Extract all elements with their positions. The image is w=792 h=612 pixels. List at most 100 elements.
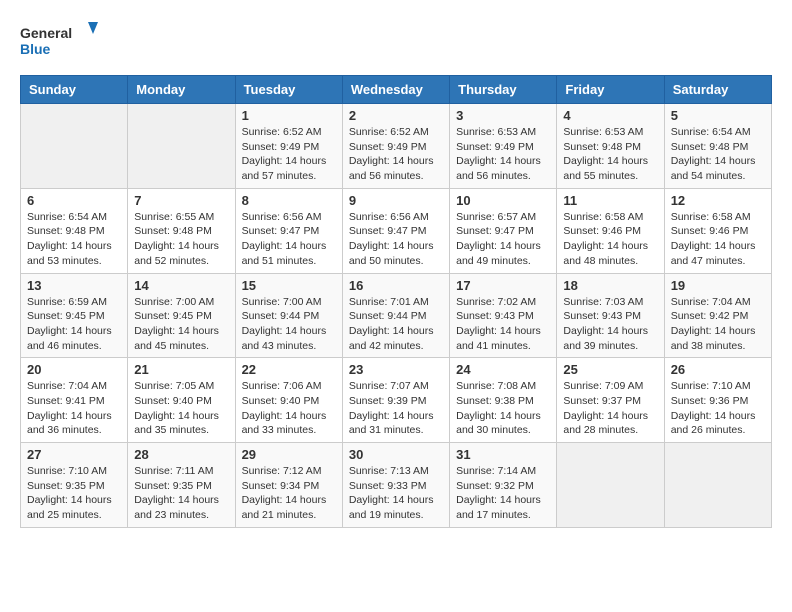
calendar-table: SundayMondayTuesdayWednesdayThursdayFrid… [20,75,772,528]
day-number: 7 [134,193,228,208]
calendar-cell: 21 Sunrise: 7:05 AM Sunset: 9:40 PM Dayli… [128,358,235,443]
day-number: 5 [671,108,765,123]
day-info: Sunrise: 7:07 AM Sunset: 9:39 PM Dayligh… [349,379,443,438]
day-info: Sunrise: 6:54 AM Sunset: 9:48 PM Dayligh… [27,210,121,269]
calendar-cell: 27Sunrise: 7:10 AM Sunset: 9:35 PM Dayli… [21,443,128,528]
day-number: 9 [349,193,443,208]
calendar-cell: 6 Sunrise: 6:54 AM Sunset: 9:48 PM Daylig… [21,188,128,273]
svg-text:Blue: Blue [20,41,51,57]
day-number: 3 [456,108,550,123]
day-number: 24 [456,362,550,377]
day-number: 10 [456,193,550,208]
day-number: 21 [134,362,228,377]
day-info: Sunrise: 7:08 AM Sunset: 9:38 PM Dayligh… [456,379,550,438]
calendar-cell: 14Sunrise: 7:00 AM Sunset: 9:45 PM Dayli… [128,273,235,358]
day-number: 31 [456,447,550,462]
day-number: 29 [242,447,336,462]
calendar-cell: 13Sunrise: 6:59 AM Sunset: 9:45 PM Dayli… [21,273,128,358]
svg-text:General: General [20,25,72,41]
calendar-cell: 15 Sunrise: 7:00 AM Sunset: 9:44 PM Dayli… [235,273,342,358]
day-info: Sunrise: 7:10 AM Sunset: 9:36 PM Dayligh… [671,379,765,438]
calendar-cell: 24 Sunrise: 7:08 AM Sunset: 9:38 PM Dayli… [450,358,557,443]
calendar-cell: 1Sunrise: 6:52 AM Sunset: 9:49 PM Daylig… [235,104,342,189]
calendar-cell [664,443,771,528]
day-number: 15 [242,278,336,293]
calendar-cell: 4Sunrise: 6:53 AM Sunset: 9:48 PM Daylig… [557,104,664,189]
day-info: Sunrise: 6:54 AM Sunset: 9:48 PM Dayligh… [671,125,765,184]
day-number: 2 [349,108,443,123]
calendar-cell: 28 Sunrise: 7:11 AM Sunset: 9:35 PM Dayli… [128,443,235,528]
day-info: Sunrise: 7:14 AM Sunset: 9:32 PM Dayligh… [456,464,550,523]
day-number: 28 [134,447,228,462]
calendar-cell [21,104,128,189]
day-number: 6 [27,193,121,208]
day-number: 18 [563,278,657,293]
day-info: Sunrise: 6:57 AM Sunset: 9:47 PM Dayligh… [456,210,550,269]
logo-svg: General Blue [20,20,100,65]
day-info: Sunrise: 7:02 AM Sunset: 9:43 PM Dayligh… [456,295,550,354]
day-info: Sunrise: 6:52 AM Sunset: 9:49 PM Dayligh… [242,125,336,184]
day-number: 20 [27,362,121,377]
day-number: 23 [349,362,443,377]
calendar-cell: 18Sunrise: 7:03 AM Sunset: 9:43 PM Dayli… [557,273,664,358]
calendar-week-1: 1Sunrise: 6:52 AM Sunset: 9:49 PM Daylig… [21,104,772,189]
day-number: 14 [134,278,228,293]
calendar-cell: 12 Sunrise: 6:58 AM Sunset: 9:46 PM Dayli… [664,188,771,273]
calendar-cell: 8Sunrise: 6:56 AM Sunset: 9:47 PM Daylig… [235,188,342,273]
calendar-cell: 19Sunrise: 7:04 AM Sunset: 9:42 PM Dayli… [664,273,771,358]
calendar-cell: 16 Sunrise: 7:01 AM Sunset: 9:44 PM Dayli… [342,273,449,358]
header-sunday: Sunday [21,76,128,104]
day-info: Sunrise: 6:55 AM Sunset: 9:48 PM Dayligh… [134,210,228,269]
day-info: Sunrise: 6:53 AM Sunset: 9:48 PM Dayligh… [563,125,657,184]
calendar-cell [557,443,664,528]
day-number: 30 [349,447,443,462]
calendar-cell: 5 Sunrise: 6:54 AM Sunset: 9:48 PM Daylig… [664,104,771,189]
day-info: Sunrise: 7:04 AM Sunset: 9:41 PM Dayligh… [27,379,121,438]
calendar-cell: 26 Sunrise: 7:10 AM Sunset: 9:36 PM Dayli… [664,358,771,443]
day-info: Sunrise: 6:53 AM Sunset: 9:49 PM Dayligh… [456,125,550,184]
calendar-header-row: SundayMondayTuesdayWednesdayThursdayFrid… [21,76,772,104]
day-number: 12 [671,193,765,208]
day-info: Sunrise: 6:56 AM Sunset: 9:47 PM Dayligh… [242,210,336,269]
day-info: Sunrise: 6:58 AM Sunset: 9:46 PM Dayligh… [563,210,657,269]
day-info: Sunrise: 7:10 AM Sunset: 9:35 PM Dayligh… [27,464,121,523]
calendar-cell: 29 Sunrise: 7:12 AM Sunset: 9:34 PM Dayli… [235,443,342,528]
day-info: Sunrise: 7:09 AM Sunset: 9:37 PM Dayligh… [563,379,657,438]
calendar-cell [128,104,235,189]
header-saturday: Saturday [664,76,771,104]
calendar-week-3: 13Sunrise: 6:59 AM Sunset: 9:45 PM Dayli… [21,273,772,358]
day-number: 16 [349,278,443,293]
header-wednesday: Wednesday [342,76,449,104]
calendar-cell: 11 Sunrise: 6:58 AM Sunset: 9:46 PM Dayli… [557,188,664,273]
calendar-cell: 7 Sunrise: 6:55 AM Sunset: 9:48 PM Daylig… [128,188,235,273]
day-info: Sunrise: 7:11 AM Sunset: 9:35 PM Dayligh… [134,464,228,523]
header-monday: Monday [128,76,235,104]
day-info: Sunrise: 6:56 AM Sunset: 9:47 PM Dayligh… [349,210,443,269]
day-info: Sunrise: 6:58 AM Sunset: 9:46 PM Dayligh… [671,210,765,269]
day-info: Sunrise: 7:05 AM Sunset: 9:40 PM Dayligh… [134,379,228,438]
calendar-cell: 9 Sunrise: 6:56 AM Sunset: 9:47 PM Daylig… [342,188,449,273]
day-number: 11 [563,193,657,208]
day-info: Sunrise: 6:59 AM Sunset: 9:45 PM Dayligh… [27,295,121,354]
day-number: 25 [563,362,657,377]
calendar-week-5: 27Sunrise: 7:10 AM Sunset: 9:35 PM Dayli… [21,443,772,528]
day-info: Sunrise: 7:01 AM Sunset: 9:44 PM Dayligh… [349,295,443,354]
calendar-cell: 10 Sunrise: 6:57 AM Sunset: 9:47 PM Dayli… [450,188,557,273]
page-header: General Blue [20,20,772,65]
day-number: 17 [456,278,550,293]
header-tuesday: Tuesday [235,76,342,104]
calendar-cell: 31 Sunrise: 7:14 AM Sunset: 9:32 PM Dayli… [450,443,557,528]
calendar-week-2: 6 Sunrise: 6:54 AM Sunset: 9:48 PM Daylig… [21,188,772,273]
day-info: Sunrise: 7:06 AM Sunset: 9:40 PM Dayligh… [242,379,336,438]
header-friday: Friday [557,76,664,104]
calendar-cell: 3 Sunrise: 6:53 AM Sunset: 9:49 PM Daylig… [450,104,557,189]
day-number: 19 [671,278,765,293]
day-info: Sunrise: 7:12 AM Sunset: 9:34 PM Dayligh… [242,464,336,523]
calendar-cell: 23 Sunrise: 7:07 AM Sunset: 9:39 PM Dayli… [342,358,449,443]
calendar-cell: 25 Sunrise: 7:09 AM Sunset: 9:37 PM Dayli… [557,358,664,443]
calendar-cell: 17 Sunrise: 7:02 AM Sunset: 9:43 PM Dayli… [450,273,557,358]
day-info: Sunrise: 7:00 AM Sunset: 9:44 PM Dayligh… [242,295,336,354]
header-thursday: Thursday [450,76,557,104]
day-number: 26 [671,362,765,377]
calendar-cell: 2Sunrise: 6:52 AM Sunset: 9:49 PM Daylig… [342,104,449,189]
